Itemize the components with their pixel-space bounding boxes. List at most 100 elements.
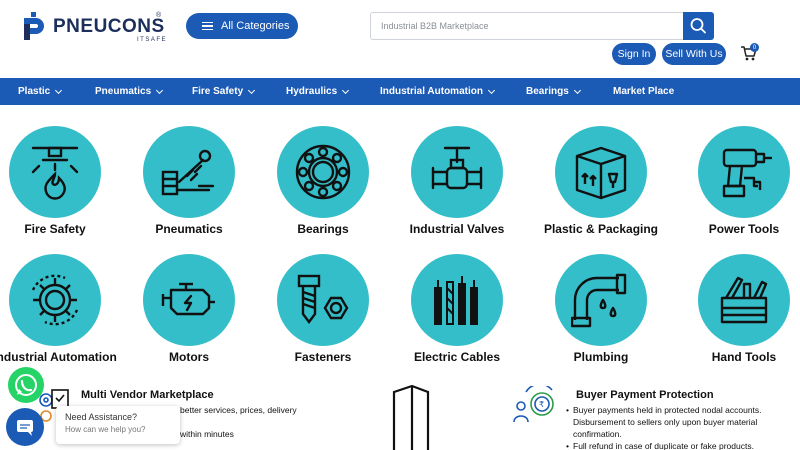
category-label: Motors bbox=[169, 350, 209, 364]
category-circle bbox=[555, 126, 647, 218]
toolbox-icon bbox=[720, 276, 768, 324]
search-icon bbox=[690, 18, 706, 34]
fire-sprinkler-icon bbox=[31, 146, 79, 200]
category-power-tools[interactable]: Power Tools bbox=[678, 126, 800, 244]
category-circle bbox=[698, 254, 790, 346]
category-circle bbox=[143, 254, 235, 346]
category-label: Fasteners bbox=[294, 350, 352, 364]
nav-item-label: Plastic bbox=[18, 86, 51, 97]
category-industrial-automation[interactable]: Industrial Automation bbox=[0, 254, 119, 372]
engine-icon bbox=[161, 282, 215, 316]
pneucons-logo-icon bbox=[24, 12, 44, 40]
buyer-protection-list: Buyer payments held in protected nodal a… bbox=[566, 404, 786, 450]
nav-item-fire-safety[interactable]: Fire Safety bbox=[192, 78, 256, 105]
sell-with-us-button[interactable]: Sell With Us bbox=[662, 43, 726, 65]
sign-in-button[interactable]: Sign In bbox=[612, 43, 656, 65]
valve-icon bbox=[431, 146, 483, 190]
all-categories-button[interactable]: All Categories bbox=[186, 13, 298, 39]
category-label: Bearings bbox=[297, 222, 349, 236]
sell-with-us-label: Sell With Us bbox=[665, 48, 723, 60]
menu-icon bbox=[202, 21, 213, 31]
category-circle bbox=[698, 126, 790, 218]
category-label: Industrial Automation bbox=[0, 350, 117, 364]
category-bearings[interactable]: Bearings bbox=[257, 126, 387, 244]
nav-item-market-place[interactable]: Market Place bbox=[613, 78, 674, 105]
buyer-protection-title: Buyer Payment Protection bbox=[576, 389, 714, 401]
buyer-protection-bullet: Full refund in case of duplicate or fake… bbox=[566, 440, 786, 450]
category-hand-tools[interactable]: Hand Tools bbox=[678, 254, 800, 372]
category-label: Fire Safety bbox=[24, 222, 86, 236]
logo-subtitle: ITSAFE bbox=[137, 37, 168, 43]
nav-item-label: Fire Safety bbox=[192, 86, 244, 97]
sign-in-label: Sign In bbox=[617, 48, 651, 60]
category-electric-cables[interactable]: Electric Cables bbox=[391, 254, 521, 372]
chat-button[interactable] bbox=[6, 408, 44, 446]
chevron-down-icon bbox=[248, 86, 256, 94]
category-label: Plumbing bbox=[573, 350, 629, 364]
svg-text:₹: ₹ bbox=[539, 400, 544, 409]
buyer-protection-icon: ₹ bbox=[513, 386, 554, 423]
nav-item-label: Market Place bbox=[613, 86, 675, 97]
nav-item-hydraulics[interactable]: Hydraulics bbox=[286, 78, 350, 105]
package-box-icon bbox=[575, 146, 627, 200]
building-outline-graphic bbox=[392, 384, 430, 450]
multi-vendor-text-line-2: within minutes bbox=[180, 429, 234, 439]
drill-icon bbox=[722, 148, 772, 198]
chat-tooltip[interactable]: Need Assistance? How can we help you? bbox=[56, 406, 180, 444]
page: PNEUCONS ® ITSAFE All Categories Sign In… bbox=[0, 0, 800, 450]
category-fasteners[interactable]: Fasteners bbox=[257, 254, 387, 372]
nav-item-label: Bearings bbox=[526, 86, 569, 97]
automation-gear-icon bbox=[31, 274, 79, 326]
chat-icon bbox=[17, 420, 33, 436]
category-pneumatics[interactable]: Pneumatics bbox=[123, 126, 253, 244]
category-circle bbox=[9, 254, 101, 346]
category-plumbing[interactable]: Plumbing bbox=[535, 254, 665, 372]
whatsapp-button[interactable] bbox=[8, 367, 44, 403]
chevron-down-icon bbox=[156, 86, 164, 94]
bolt-nut-icon bbox=[297, 274, 349, 324]
nav-item-plastic[interactable]: Plastic bbox=[18, 78, 63, 105]
nav-item-label: Industrial Automation bbox=[380, 86, 483, 97]
logo-text: PNEUCONS bbox=[53, 16, 165, 37]
category-label: Plastic & Packaging bbox=[543, 222, 659, 236]
category-circle bbox=[555, 254, 647, 346]
buyer-protection-bullet: Buyer payments held in protected nodal a… bbox=[566, 404, 786, 440]
chevron-down-icon bbox=[342, 86, 350, 94]
pipe-icon bbox=[571, 273, 627, 328]
pneumatic-cylinder-icon bbox=[161, 149, 215, 196]
search-input[interactable] bbox=[370, 12, 684, 40]
category-fire-safety[interactable]: Fire Safety bbox=[0, 126, 119, 244]
category-label: Pneumatics bbox=[155, 222, 223, 236]
cables-icon bbox=[434, 276, 478, 325]
category-circle bbox=[143, 126, 235, 218]
category-circle bbox=[411, 126, 503, 218]
category-motors[interactable]: Motors bbox=[123, 254, 253, 372]
category-nav-bar: Plastic Pneumatics Fire Safety Hydraulic… bbox=[0, 78, 800, 105]
category-plastic-packaging[interactable]: Plastic & Packaging bbox=[535, 126, 665, 244]
bearing-icon bbox=[295, 144, 351, 200]
nav-item-pneumatics[interactable]: Pneumatics bbox=[95, 78, 164, 105]
chat-tooltip-title: Need Assistance? bbox=[65, 412, 138, 422]
chevron-down-icon bbox=[573, 86, 581, 94]
cart-count-badge: 0 bbox=[750, 43, 759, 52]
category-circle bbox=[9, 126, 101, 218]
multi-vendor-title: Multi Vendor Marketplace bbox=[81, 389, 214, 401]
chevron-down-icon bbox=[487, 86, 496, 94]
category-label: Electric Cables bbox=[413, 350, 501, 364]
whatsapp-icon bbox=[15, 374, 37, 396]
search-button[interactable] bbox=[683, 12, 714, 40]
category-industrial-valves[interactable]: Industrial Valves bbox=[391, 126, 521, 244]
category-circle bbox=[411, 254, 503, 346]
logo[interactable]: PNEUCONS ® ITSAFE bbox=[22, 12, 166, 46]
logo-registered-mark: ® bbox=[156, 12, 162, 19]
category-label: Power Tools bbox=[708, 222, 780, 236]
category-label: Industrial Valves bbox=[409, 222, 505, 236]
category-label: Hand Tools bbox=[711, 350, 777, 364]
nav-item-label: Pneumatics bbox=[95, 86, 152, 97]
category-circle bbox=[277, 126, 369, 218]
chevron-down-icon bbox=[55, 86, 63, 94]
all-categories-label: All Categories bbox=[221, 20, 290, 32]
nav-item-industrial-automation[interactable]: Industrial Automation bbox=[380, 78, 496, 105]
nav-item-bearings[interactable]: Bearings bbox=[526, 78, 581, 105]
chat-tooltip-subtitle: How can we help you? bbox=[65, 425, 146, 434]
